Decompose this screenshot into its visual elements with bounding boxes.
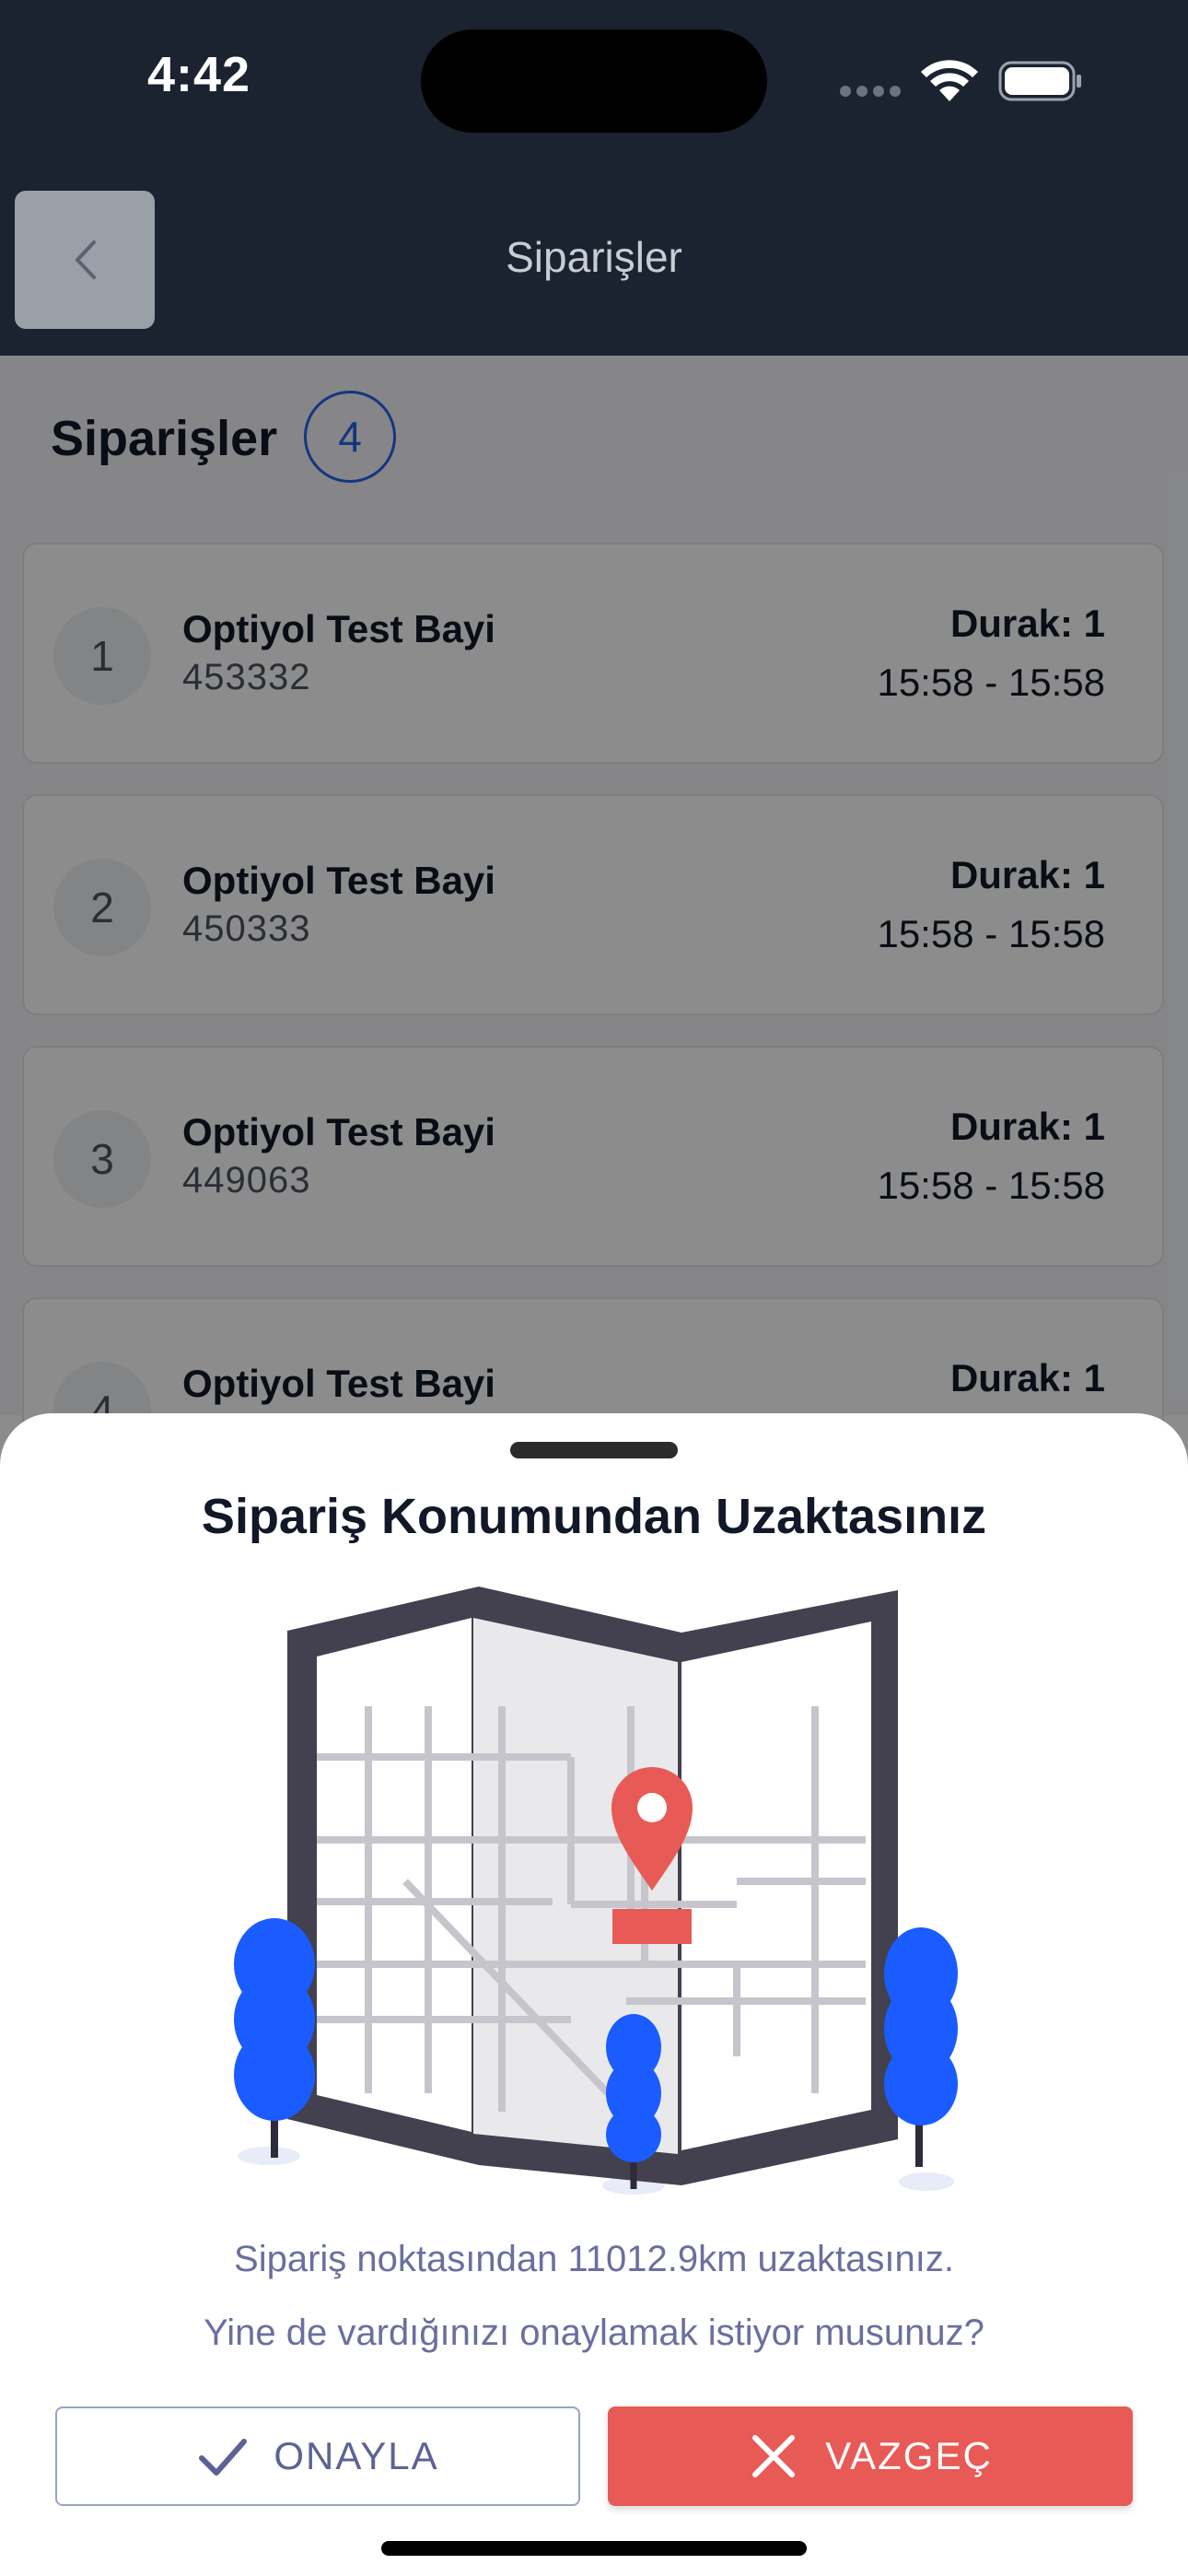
battery-icon (998, 61, 1083, 101)
map-location-illustration (221, 1577, 967, 2204)
wifi-icon (919, 57, 980, 103)
close-icon (748, 2430, 799, 2482)
checkmark-icon (196, 2430, 248, 2482)
confirm-question: Yine de vardığınızı onaylamak istiyor mu… (204, 2313, 984, 2353)
nav-title: Siparişler (506, 233, 682, 281)
confirm-button[interactable]: ONAYLA (55, 2406, 580, 2506)
home-indicator[interactable] (381, 2541, 807, 2556)
sheet-drag-handle[interactable] (510, 1442, 678, 1458)
cancel-button-label: VAZGEÇ (825, 2434, 993, 2477)
cancel-button[interactable]: VAZGEÇ (608, 2406, 1133, 2506)
cellular-signal-icon (840, 85, 906, 100)
confirm-button-label: ONAYLA (274, 2434, 439, 2477)
dynamic-island (421, 29, 767, 133)
status-time: 4:42 (147, 47, 251, 102)
sheet-title: Sipariş Konumundan Uzaktasınız (201, 1489, 987, 1544)
distance-message: Sipariş noktasından 11012.9km uzaktasını… (234, 2239, 954, 2279)
